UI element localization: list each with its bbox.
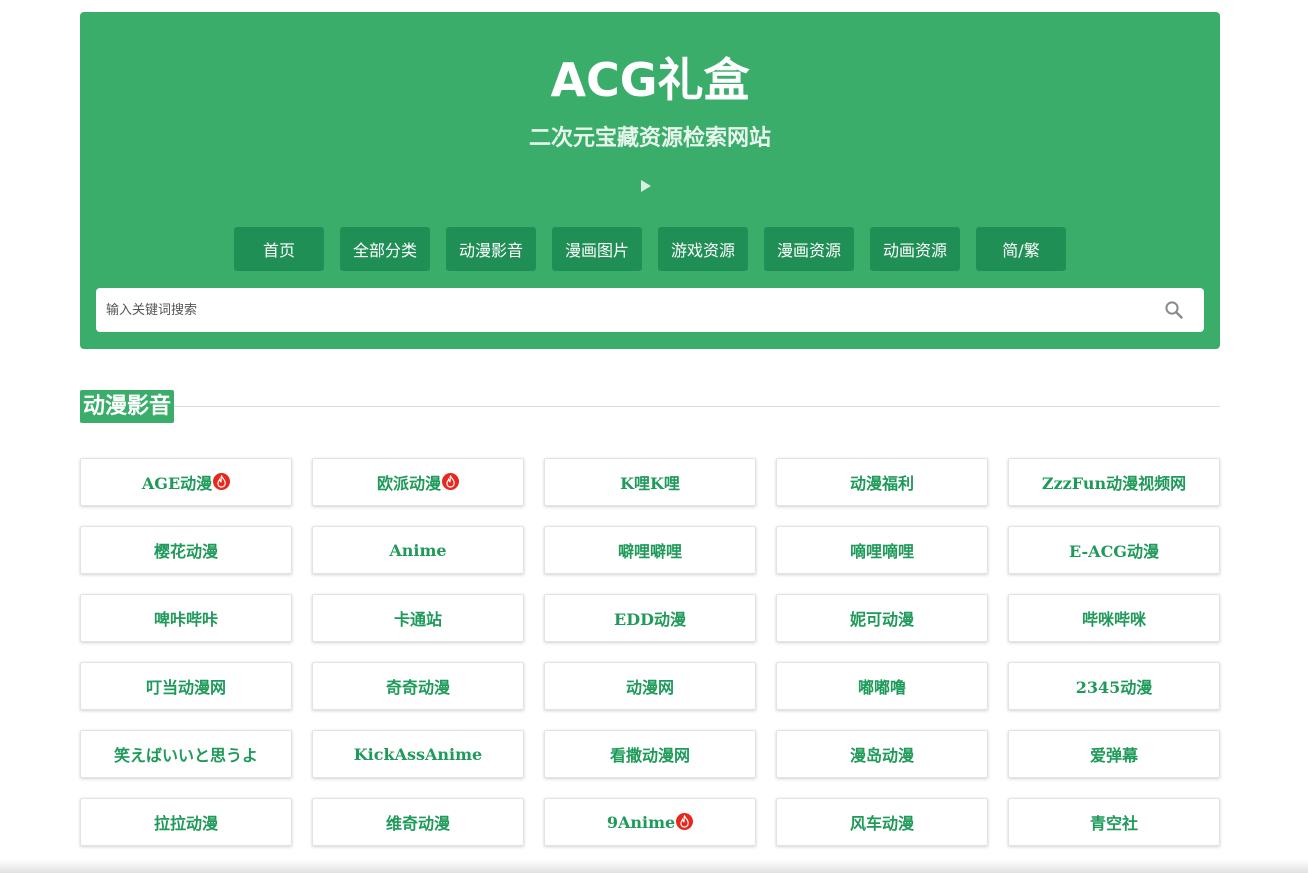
site-card-label: K哩K哩 <box>620 474 680 493</box>
site-grid: AGE动漫 欧派动漫 K哩K哩 动漫福利 ZzzFun动漫视频网樱花动漫 Anime 噼哩噼… <box>80 458 1220 846</box>
site-card-label: 笑えばいいと思うよ <box>113 746 258 765</box>
search-icon[interactable] <box>1164 300 1184 320</box>
site-card[interactable]: 哔咪哔咪 <box>1008 594 1220 642</box>
site-card[interactable]: AGE动漫 <box>80 458 292 506</box>
site-card-label: 叮当动漫网 <box>145 678 226 697</box>
site-card-label: 爱弹幕 <box>1089 746 1138 765</box>
bottom-fade <box>0 859 1308 873</box>
nav-all-categories[interactable]: 全部分类 <box>340 227 430 271</box>
site-card[interactable]: Anime <box>312 526 524 574</box>
site-card-label: 9Anime <box>606 812 676 832</box>
hero-banner: ACG礼盒 二次元宝藏资源检索网站 首页 全部分类 动漫影音 漫画图片 游戏资源… <box>80 12 1220 349</box>
site-card[interactable]: 奇奇动漫 <box>312 662 524 710</box>
site-card[interactable]: 风车动漫 <box>776 798 988 846</box>
site-card-label: 嘟嘟噜 <box>857 678 906 697</box>
site-card-label: Anime <box>389 540 447 560</box>
site-card-label: 樱花动漫 <box>153 542 218 561</box>
site-card[interactable]: 叮当动漫网 <box>80 662 292 710</box>
site-card[interactable]: 啤咔哔咔 <box>80 594 292 642</box>
site-card-label: 动漫福利 <box>849 474 914 493</box>
site-card-label: 奇奇动漫 <box>385 678 450 697</box>
site-card[interactable]: ZzzFun动漫视频网 <box>1008 458 1220 506</box>
site-card-label: 2345动漫 <box>1075 678 1153 697</box>
site-card[interactable]: 动漫福利 <box>776 458 988 506</box>
search-input[interactable] <box>106 288 1146 332</box>
site-card-label: 嘀哩嘀哩 <box>849 542 914 561</box>
site-card[interactable]: 嘀哩嘀哩 <box>776 526 988 574</box>
site-card-label: 卡通站 <box>393 610 442 629</box>
search-bar <box>96 288 1204 332</box>
play-icon[interactable] <box>641 180 651 192</box>
site-card[interactable]: 漫岛动漫 <box>776 730 988 778</box>
site-card[interactable]: 嘟嘟噜 <box>776 662 988 710</box>
site-card-label: 风车动漫 <box>849 814 914 833</box>
site-card[interactable]: 青空社 <box>1008 798 1220 846</box>
site-card[interactable]: 2345动漫 <box>1008 662 1220 710</box>
site-card-label: E-ACG动漫 <box>1069 542 1159 561</box>
site-card-label: AGE动漫 <box>141 474 213 493</box>
site-card-label: 漫岛动漫 <box>849 746 914 765</box>
site-card-label: 啤咔哔咔 <box>153 610 218 629</box>
site-card[interactable]: 欧派动漫 <box>312 458 524 506</box>
site-card[interactable]: 9Anime <box>544 798 756 846</box>
site-card-label: ZzzFun动漫视频网 <box>1041 474 1187 493</box>
nav-manga-resources[interactable]: 漫画资源 <box>764 227 854 271</box>
nav-home[interactable]: 首页 <box>234 227 324 271</box>
site-card[interactable]: KickAssAnime <box>312 730 524 778</box>
site-card-label: 青空社 <box>1089 814 1138 833</box>
site-card-label: 动漫网 <box>625 678 674 697</box>
nav-manga-images[interactable]: 漫画图片 <box>552 227 642 271</box>
site-card[interactable]: EDD动漫 <box>544 594 756 642</box>
site-card-label: 妮可动漫 <box>849 610 914 629</box>
nav-anime-video[interactable]: 动漫影音 <box>446 227 536 271</box>
site-card-label: 拉拉动漫 <box>153 814 218 833</box>
fire-icon <box>213 472 231 490</box>
site-card[interactable]: 拉拉动漫 <box>80 798 292 846</box>
site-card[interactable]: 笑えばいいと思うよ <box>80 730 292 778</box>
site-card-label: 哔咪哔咪 <box>1081 610 1146 629</box>
site-card-label: 维奇动漫 <box>385 814 450 833</box>
site-card-label: 看撒动漫网 <box>609 746 690 765</box>
site-card[interactable]: 樱花动漫 <box>80 526 292 574</box>
site-card[interactable]: E-ACG动漫 <box>1008 526 1220 574</box>
fire-icon <box>676 812 694 830</box>
site-card-label: EDD动漫 <box>614 610 686 629</box>
site-card[interactable]: K哩K哩 <box>544 458 756 506</box>
nav-simplified-traditional[interactable]: 简/繁 <box>976 227 1066 271</box>
nav-game-resources[interactable]: 游戏资源 <box>658 227 748 271</box>
site-card[interactable]: 爱弹幕 <box>1008 730 1220 778</box>
section-divider <box>80 406 1220 407</box>
site-subtitle: 二次元宝藏资源检索网站 <box>528 126 771 151</box>
site-card[interactable]: 维奇动漫 <box>312 798 524 846</box>
section-header: 动漫影音 <box>80 390 1220 423</box>
main-nav: 首页 全部分类 动漫影音 漫画图片 游戏资源 漫画资源 动画资源 简/繁 <box>234 227 1066 271</box>
section-title: 动漫影音 <box>80 390 175 423</box>
fire-icon <box>442 472 459 490</box>
site-title[interactable]: ACG礼盒 <box>80 52 1220 108</box>
site-card-label: 欧派动漫 <box>376 474 441 493</box>
site-card[interactable]: 卡通站 <box>312 594 524 642</box>
site-card[interactable]: 妮可动漫 <box>776 594 988 642</box>
site-card[interactable]: 噼哩噼哩 <box>544 526 756 574</box>
site-card-label: KickAssAnime <box>353 744 483 764</box>
nav-animation-resources[interactable]: 动画资源 <box>870 227 960 271</box>
site-card[interactable]: 看撒动漫网 <box>544 730 756 778</box>
site-card[interactable]: 动漫网 <box>544 662 756 710</box>
site-card-label: 噼哩噼哩 <box>617 542 682 561</box>
